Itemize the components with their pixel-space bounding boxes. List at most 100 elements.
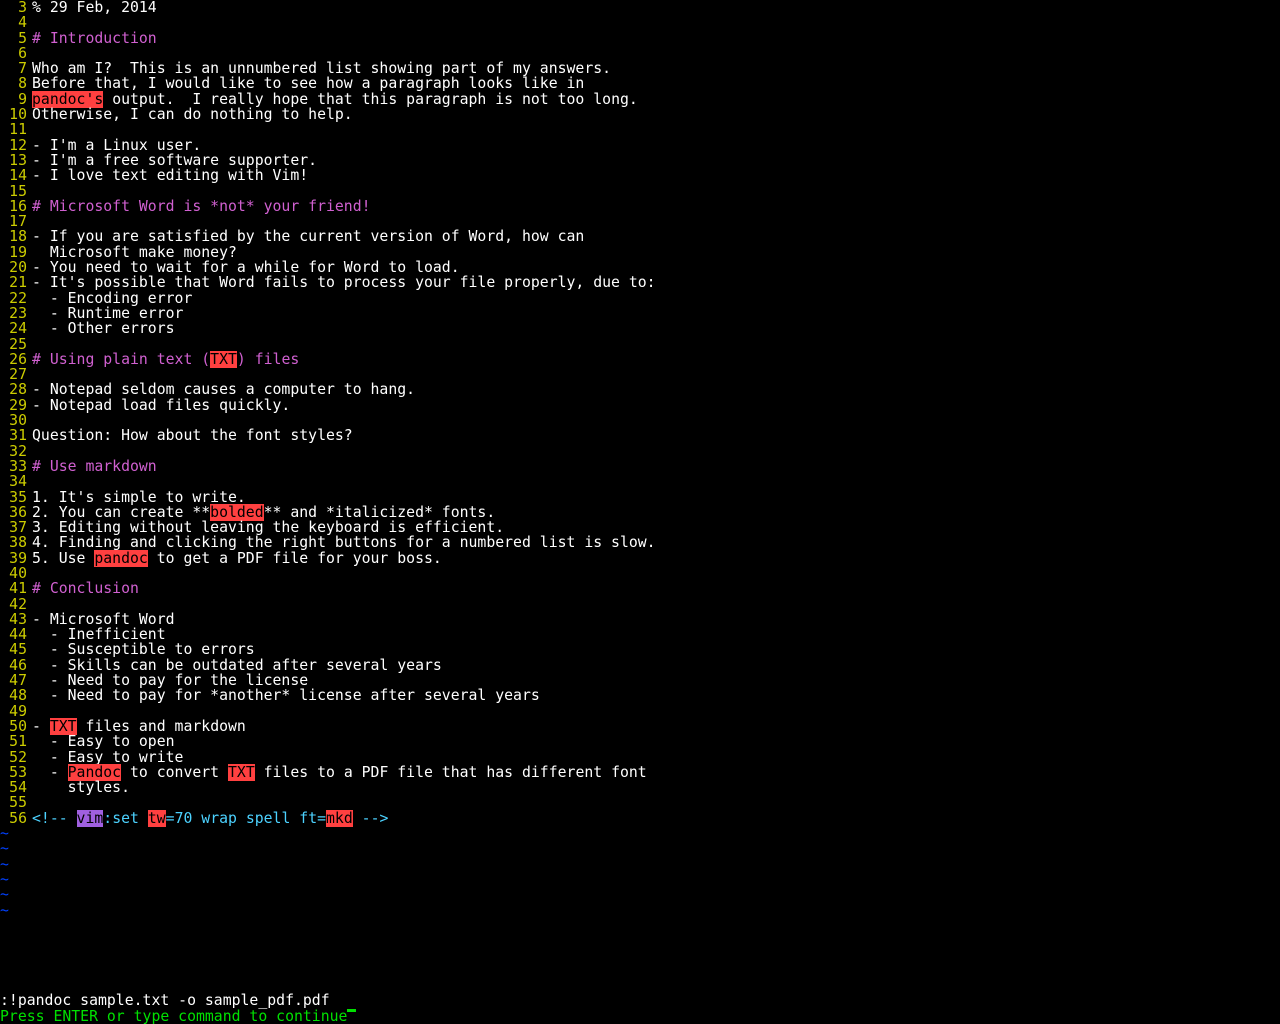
line-content[interactable]: - I'm a free software supporter. xyxy=(28,153,317,168)
line-content[interactable]: - Notepad load files quickly. xyxy=(28,398,290,413)
line-content[interactable] xyxy=(28,184,32,199)
line-content[interactable]: # Microsoft Word is *not* your friend! xyxy=(28,199,371,214)
line-content[interactable]: - Runtime error xyxy=(28,306,183,321)
line-content[interactable]: - Need to pay for *another* license afte… xyxy=(28,688,540,703)
line-content[interactable]: - You need to wait for a while for Word … xyxy=(28,260,460,275)
code-line[interactable]: 21- It's possible that Word fails to pro… xyxy=(0,275,1280,290)
code-line[interactable]: 5# Introduction xyxy=(0,31,1280,46)
code-line[interactable]: 26# Using plain text (TXT) files xyxy=(0,352,1280,367)
line-content[interactable]: - Notepad seldom causes a computer to ha… xyxy=(28,382,415,397)
line-content[interactable]: - Pandoc to convert TXT files to a PDF f… xyxy=(28,765,647,780)
line-content[interactable]: - I'm a Linux user. xyxy=(28,138,201,153)
code-line[interactable]: 55 xyxy=(0,795,1280,810)
line-content[interactable]: - TXT files and markdown xyxy=(28,719,246,734)
code-line[interactable]: 50- TXT files and markdown xyxy=(0,719,1280,734)
code-line[interactable]: 28- Notepad seldom causes a computer to … xyxy=(0,382,1280,397)
code-line[interactable]: 46 - Skills can be outdated after severa… xyxy=(0,658,1280,673)
line-content[interactable]: 1. It's simple to write. xyxy=(28,490,246,505)
code-line[interactable]: 17 xyxy=(0,214,1280,229)
code-line[interactable]: 373. Editing without leaving the keyboar… xyxy=(0,520,1280,535)
code-line[interactable]: 395. Use pandoc to get a PDF file for yo… xyxy=(0,551,1280,566)
code-line[interactable]: 48 - Need to pay for *another* license a… xyxy=(0,688,1280,703)
code-line[interactable]: 30 xyxy=(0,413,1280,428)
code-line[interactable]: 19 Microsoft make money? xyxy=(0,245,1280,260)
code-line[interactable]: 41# Conclusion xyxy=(0,581,1280,596)
line-content[interactable]: % 29 Feb, 2014 xyxy=(28,0,157,15)
line-content[interactable]: # Conclusion xyxy=(28,581,139,596)
code-line[interactable]: 51 - Easy to open xyxy=(0,734,1280,749)
line-content[interactable] xyxy=(28,566,32,581)
line-content[interactable] xyxy=(28,444,32,459)
line-content[interactable]: Question: How about the font styles? xyxy=(28,428,353,443)
code-line[interactable]: 27 xyxy=(0,367,1280,382)
code-line[interactable]: 49 xyxy=(0,704,1280,719)
line-content[interactable]: <!-- vim:set tw=70 wrap spell ft=mkd --> xyxy=(28,811,388,826)
code-line[interactable]: 29- Notepad load files quickly. xyxy=(0,398,1280,413)
line-content[interactable]: 2. You can create **bolded** and *italic… xyxy=(28,505,495,520)
line-content[interactable]: - Easy to write xyxy=(28,750,183,765)
code-line[interactable]: 18- If you are satisfied by the current … xyxy=(0,229,1280,244)
code-line[interactable]: 24 - Other errors xyxy=(0,321,1280,336)
code-line[interactable]: 53 - Pandoc to convert TXT files to a PD… xyxy=(0,765,1280,780)
code-line[interactable]: 6 xyxy=(0,46,1280,61)
code-line[interactable]: 56<!-- vim:set tw=70 wrap spell ft=mkd -… xyxy=(0,811,1280,826)
code-line[interactable]: 14- I love text editing with Vim! xyxy=(0,168,1280,183)
code-line[interactable]: 11 xyxy=(0,122,1280,137)
code-line[interactable]: 8Before that, I would like to see how a … xyxy=(0,76,1280,91)
code-line[interactable]: 45 - Susceptible to errors xyxy=(0,642,1280,657)
vim-editor[interactable]: 3% 29 Feb, 201445# Introduction67Who am … xyxy=(0,0,1280,1024)
line-content[interactable]: Microsoft make money? xyxy=(28,245,237,260)
code-line[interactable]: 12- I'm a Linux user. xyxy=(0,138,1280,153)
code-line[interactable]: 22 - Encoding error xyxy=(0,291,1280,306)
press-enter-prompt[interactable]: Press ENTER or type command to continue xyxy=(0,1009,1280,1024)
code-line[interactable]: 384. Finding and clicking the right butt… xyxy=(0,535,1280,550)
line-content[interactable] xyxy=(28,122,32,137)
line-content[interactable]: Otherwise, I can do nothing to help. xyxy=(28,107,353,122)
command-area[interactable]: :!pandoc sample.txt -o sample_pdf.pdfPre… xyxy=(0,978,1280,1024)
line-content[interactable]: - Encoding error xyxy=(28,291,192,306)
code-line[interactable]: 32 xyxy=(0,444,1280,459)
line-content[interactable]: - Skills can be outdated after several y… xyxy=(28,658,442,673)
code-line[interactable]: 52 - Easy to write xyxy=(0,750,1280,765)
line-content[interactable]: Before that, I would like to see how a p… xyxy=(28,76,584,91)
line-content[interactable] xyxy=(28,795,32,810)
code-line[interactable]: 15 xyxy=(0,184,1280,199)
line-content[interactable]: - I love text editing with Vim! xyxy=(28,168,308,183)
code-line[interactable]: 25 xyxy=(0,337,1280,352)
line-content[interactable] xyxy=(28,214,32,229)
code-line[interactable]: 40 xyxy=(0,566,1280,581)
code-line[interactable]: 351. It's simple to write. xyxy=(0,490,1280,505)
code-line[interactable]: 4 xyxy=(0,15,1280,30)
code-line[interactable]: 34 xyxy=(0,474,1280,489)
line-content[interactable]: 4. Finding and clicking the right button… xyxy=(28,535,656,550)
code-line[interactable]: 20- You need to wait for a while for Wor… xyxy=(0,260,1280,275)
code-line[interactable]: 54 styles. xyxy=(0,780,1280,795)
line-content[interactable] xyxy=(28,597,32,612)
ex-command-line[interactable]: :!pandoc sample.txt -o sample_pdf.pdf xyxy=(0,993,1280,1008)
code-line[interactable]: 3% 29 Feb, 2014 xyxy=(0,0,1280,15)
code-line[interactable]: 43- Microsoft Word xyxy=(0,612,1280,627)
line-content[interactable]: - Need to pay for the license xyxy=(28,673,308,688)
line-content[interactable] xyxy=(28,704,32,719)
line-content[interactable]: # Introduction xyxy=(28,31,157,46)
line-content[interactable]: - Inefficient xyxy=(28,627,166,642)
line-content[interactable] xyxy=(28,15,32,30)
code-line[interactable]: 44 - Inefficient xyxy=(0,627,1280,642)
line-content[interactable]: 5. Use pandoc to get a PDF file for your… xyxy=(28,551,442,566)
line-content[interactable]: # Use markdown xyxy=(28,459,157,474)
code-line[interactable]: 33# Use markdown xyxy=(0,459,1280,474)
line-content[interactable]: - Microsoft Word xyxy=(28,612,175,627)
line-content[interactable] xyxy=(28,413,32,428)
code-line[interactable]: 362. You can create **bolded** and *ital… xyxy=(0,505,1280,520)
line-content[interactable]: styles. xyxy=(28,780,130,795)
line-content[interactable] xyxy=(28,367,32,382)
code-line[interactable]: 42 xyxy=(0,597,1280,612)
code-line[interactable]: 13- I'm a free software supporter. xyxy=(0,153,1280,168)
line-content[interactable] xyxy=(28,474,32,489)
line-content[interactable]: # Using plain text (TXT) files xyxy=(28,352,299,367)
line-content[interactable]: Who am I? This is an unnumbered list sho… xyxy=(28,61,611,76)
line-content[interactable]: pandoc's output. I really hope that this… xyxy=(28,92,638,107)
line-content[interactable]: - Susceptible to errors xyxy=(28,642,255,657)
code-line[interactable]: 16# Microsoft Word is *not* your friend! xyxy=(0,199,1280,214)
line-content[interactable]: - Easy to open xyxy=(28,734,175,749)
